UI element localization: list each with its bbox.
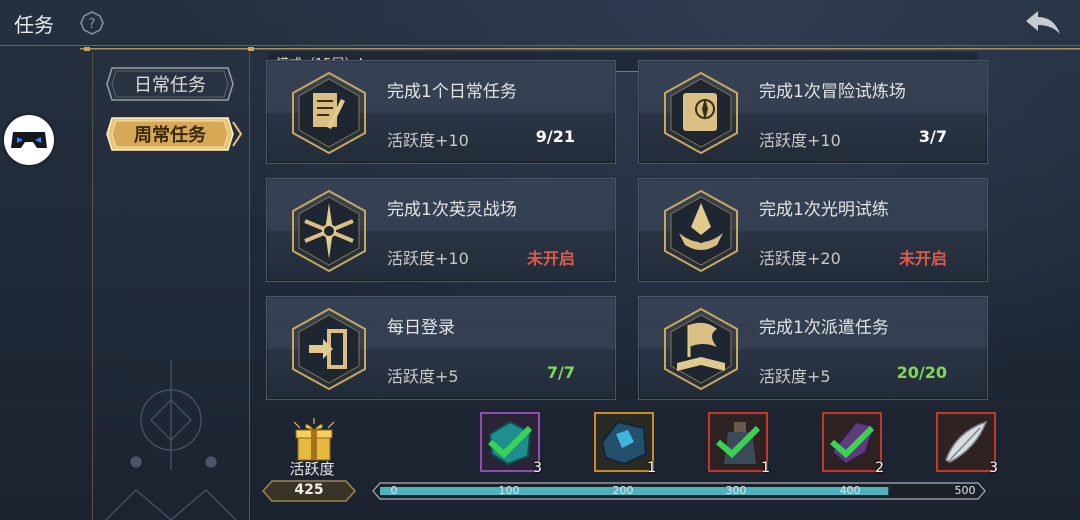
crossed-swords-icon: [292, 189, 366, 273]
task-reward: 活跃度+10: [759, 131, 841, 150]
task-card[interactable]: 每日登录 活跃度+5 7/7: [266, 296, 616, 400]
task-reward: 活跃度+5: [387, 367, 459, 386]
tab-label: 日常任务: [134, 75, 206, 96]
task-reward: 活跃度+10: [387, 249, 469, 268]
activity-progress-bar: [372, 482, 986, 500]
claimed-check-icon: [488, 425, 533, 459]
task-name: 完成1个日常任务: [387, 82, 517, 102]
task-card[interactable]: 完成1次光明试练 活跃度+20 未开启: [638, 178, 988, 282]
gift-box-icon[interactable]: [288, 418, 340, 462]
task-name: 每日登录: [387, 318, 455, 338]
task-progress: 未开启: [526, 249, 575, 268]
login-door-icon: [292, 307, 366, 391]
gamepad-icon: [11, 132, 47, 148]
claimed-check-icon: [830, 425, 875, 459]
back-arrow-icon[interactable]: [1022, 8, 1064, 38]
task-card[interactable]: 完成1次冒险试炼场 活跃度+10 3/7: [638, 60, 988, 164]
activity-score-box: 425: [261, 480, 357, 502]
svg-text:?: ?: [89, 17, 96, 32]
milestone-tick: 0: [390, 484, 398, 497]
light-emblem-icon: [664, 189, 738, 273]
task-name: 完成1次派遣任务: [759, 318, 889, 338]
milestone-tick: 100: [498, 484, 520, 497]
top-bar: [0, 0, 1080, 46]
reward-count: 3: [533, 460, 542, 476]
task-reward: 活跃度+20: [759, 249, 841, 268]
task-progress: 未开启: [898, 249, 947, 268]
task-name: 完成1次英灵战场: [387, 200, 517, 220]
floating-assistant-button[interactable]: [4, 115, 54, 165]
milestone-tick: 300: [725, 484, 747, 497]
task-card[interactable]: 完成1次派遣任务 活跃度+5 20/20: [638, 296, 988, 400]
tab-weekly-tasks[interactable]: 周常任务: [106, 116, 242, 152]
milestone-tick: 400: [839, 484, 861, 497]
milestone-reward-200[interactable]: 1: [594, 412, 656, 476]
task-card[interactable]: 完成1次英灵战场 活跃度+10 未开启: [266, 178, 616, 282]
reward-count: 3: [989, 460, 998, 476]
help-icon[interactable]: ?: [80, 11, 104, 35]
task-progress: 3/7: [918, 127, 947, 146]
claimed-check-icon: [716, 425, 761, 459]
milestone-tick: 200: [612, 484, 634, 497]
document-sword-icon: [292, 71, 366, 155]
tab-daily-tasks[interactable]: 日常任务: [106, 66, 234, 102]
activity-label: 活跃度: [289, 460, 335, 478]
task-reward: 活跃度+10: [387, 131, 469, 150]
reward-count: 2: [875, 460, 884, 476]
reward-count: 1: [761, 460, 770, 476]
milestone-reward-100[interactable]: 3: [480, 412, 542, 476]
panel-ornament: [105, 360, 237, 520]
flag-book-icon: [664, 307, 738, 391]
page-title: 任务: [14, 13, 54, 37]
task-name: 完成1次光明试练: [759, 200, 889, 220]
milestone-reward-400[interactable]: 2: [822, 412, 884, 476]
milestone-reward-300[interactable]: 1: [708, 412, 770, 476]
activity-score: 425: [294, 482, 324, 498]
tab-label: 周常任务: [134, 125, 206, 146]
task-progress: 7/7: [546, 363, 575, 382]
task-card[interactable]: 完成1个日常任务 活跃度+10 9/21: [266, 60, 616, 164]
task-progress: 9/21: [535, 127, 575, 146]
reward-count: 1: [647, 460, 656, 476]
task-reward: 活跃度+5: [759, 367, 831, 386]
header-divider: [80, 47, 1080, 51]
task-name: 完成1次冒险试炼场: [759, 82, 906, 102]
milestone-tick: 500: [954, 484, 976, 497]
task-progress: 20/20: [896, 363, 947, 382]
milestone-reward-500[interactable]: 3: [936, 412, 998, 476]
scroll-compass-icon: [664, 71, 738, 155]
